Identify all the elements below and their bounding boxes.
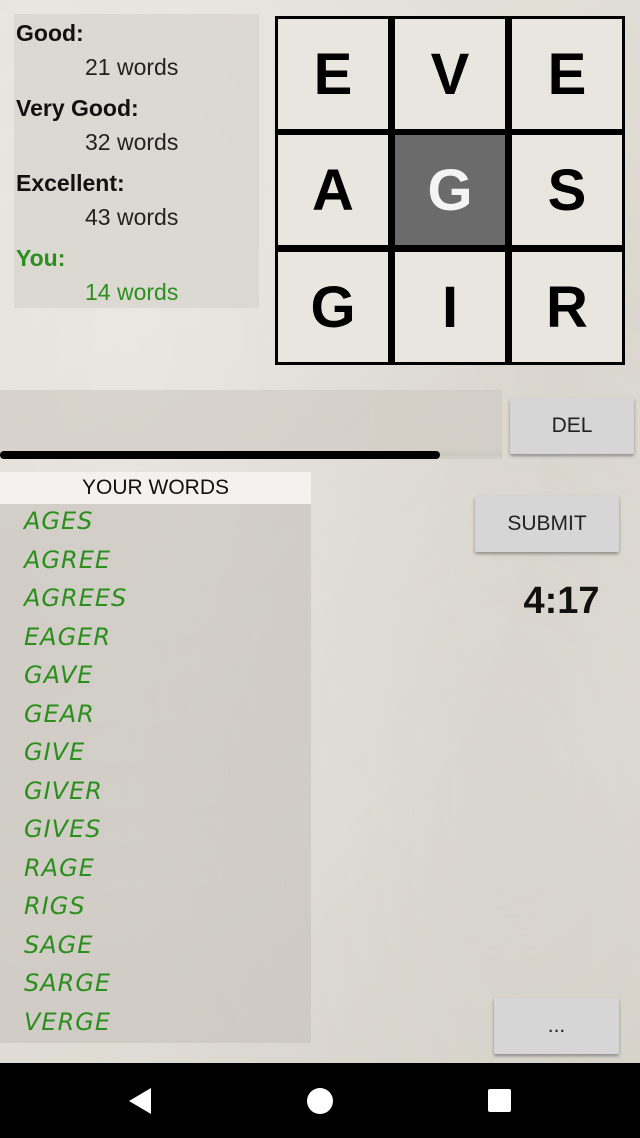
time-progress-fill — [0, 451, 440, 459]
letter-tile[interactable]: R — [512, 252, 622, 362]
you-label: You: — [16, 245, 66, 271]
list-item: RAGE — [24, 854, 95, 882]
letter-grid: E V E A G S G I R — [275, 16, 625, 365]
system-nav-bar — [0, 1063, 640, 1138]
letter-tile[interactable]: E — [512, 19, 622, 129]
letter-tile[interactable]: S — [512, 135, 622, 245]
list-item: GEAR — [24, 700, 95, 728]
list-item: SAGE — [24, 931, 94, 959]
list-item: VERGE — [24, 1008, 112, 1036]
letter-tile[interactable]: I — [395, 252, 505, 362]
list-item: AGREES — [24, 584, 128, 612]
recent-apps-icon[interactable] — [488, 1089, 511, 1112]
excellent-label: Excellent: — [16, 170, 125, 196]
list-item: RIGS — [24, 892, 86, 920]
list-item: GIVES — [24, 815, 102, 843]
submit-button[interactable]: SUBMIT — [475, 496, 619, 552]
list-item: AGREE — [24, 546, 112, 574]
list-item: SARGE — [24, 969, 112, 997]
good-label: Good: — [16, 20, 84, 46]
home-icon[interactable] — [307, 1088, 333, 1114]
your-words-header: YOUR WORDS — [0, 472, 311, 504]
list-item: GAVE — [24, 661, 94, 689]
list-item: GIVER — [24, 777, 103, 805]
time-progress-bar — [0, 451, 502, 459]
excellent-value: 43 words — [85, 204, 179, 230]
letter-tile[interactable]: G — [278, 252, 388, 362]
letter-tile[interactable]: E — [278, 19, 388, 129]
countdown-timer: 4:17 — [523, 580, 600, 622]
list-item: GIVE — [24, 738, 86, 766]
you-value: 14 words — [85, 279, 179, 305]
delete-button[interactable]: DEL — [510, 398, 634, 454]
good-value: 21 words — [85, 54, 179, 80]
very-good-value: 32 words — [85, 129, 179, 155]
letter-tile[interactable]: V — [395, 19, 505, 129]
list-item: AGES — [24, 507, 94, 535]
back-icon[interactable] — [129, 1088, 151, 1114]
found-words-list[interactable]: AGES AGREE AGREES EAGER GAVE GEAR GIVE G… — [0, 504, 311, 1043]
score-panel: Good: 21 words Very Good: 32 words Excel… — [14, 14, 259, 308]
more-button[interactable]: ... — [494, 998, 619, 1054]
letter-tile-selected[interactable]: G — [395, 135, 505, 245]
very-good-label: Very Good: — [16, 95, 139, 121]
list-item: EAGER — [24, 623, 112, 651]
current-word-field[interactable] — [0, 390, 502, 456]
letter-tile[interactable]: A — [278, 135, 388, 245]
